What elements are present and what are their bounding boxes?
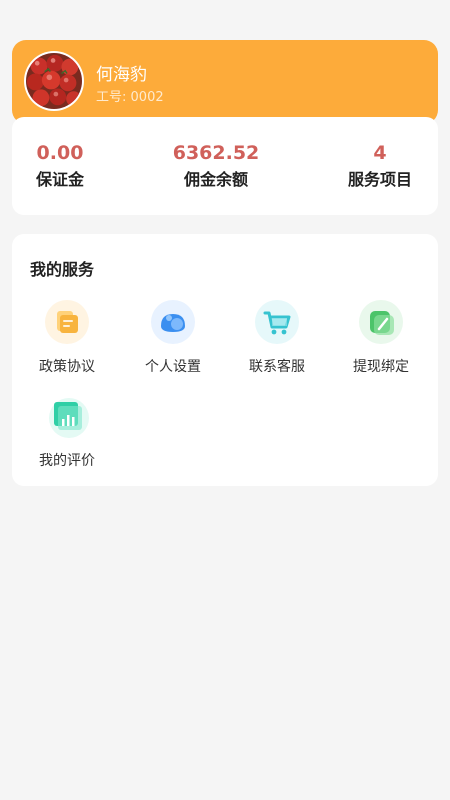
page: 何海豹 工号: 0002 0.00 保证金 6362.52 佣金余额 4 服务项… [0,0,450,800]
stat-deposit-label: 保证金 [35,170,84,189]
service-policy-label: 政策协议 [39,359,95,375]
policy-folder-icon [43,298,91,346]
stat-deposit-value: 0.00 [36,142,84,164]
stat-commission-label: 佣金余额 [183,170,248,189]
service-policy[interactable]: 政策协议 [17,298,117,388]
stat-services-label: 服务项目 [347,170,412,189]
service-settings[interactable]: 个人设置 [123,298,223,388]
my-review-icon [43,392,91,440]
stat-services[interactable]: 4 服务项目 [320,141,440,191]
services-card: 我的服务 政策协议 个人设置 联系客服 提现绑定 我的评价 [12,234,438,486]
stat-deposit[interactable]: 0.00 保证金 [0,141,120,191]
stats-card: 0.00 保证金 6362.52 佣金余额 4 服务项目 [12,117,438,215]
user-id-value: 0002 [130,90,164,105]
user-id: 工号: 0002 [96,86,164,105]
services-title: 我的服务 [30,260,95,279]
service-review-label: 我的评价 [39,453,95,469]
shopping-cart-icon [253,298,301,346]
service-review[interactable]: 我的评价 [17,392,117,482]
stat-commission-value: 6362.52 [172,142,260,164]
service-contact[interactable]: 联系客服 [227,298,327,388]
service-settings-label: 个人设置 [145,359,201,375]
service-contact-label: 联系客服 [249,359,305,375]
profile-header[interactable]: 何海豹 工号: 0002 [12,40,438,124]
user-name: 何海豹 [96,65,147,85]
avatar[interactable] [24,51,84,111]
user-id-label: 工号: [96,90,127,105]
service-withdraw[interactable]: 提现绑定 [331,298,431,388]
stat-commission[interactable]: 6362.52 佣金余额 [156,141,276,191]
personal-settings-icon [149,298,197,346]
service-withdraw-label: 提现绑定 [353,359,409,375]
avatar-image [26,53,82,109]
withdraw-bind-icon [357,298,405,346]
stat-services-value: 4 [373,142,387,164]
